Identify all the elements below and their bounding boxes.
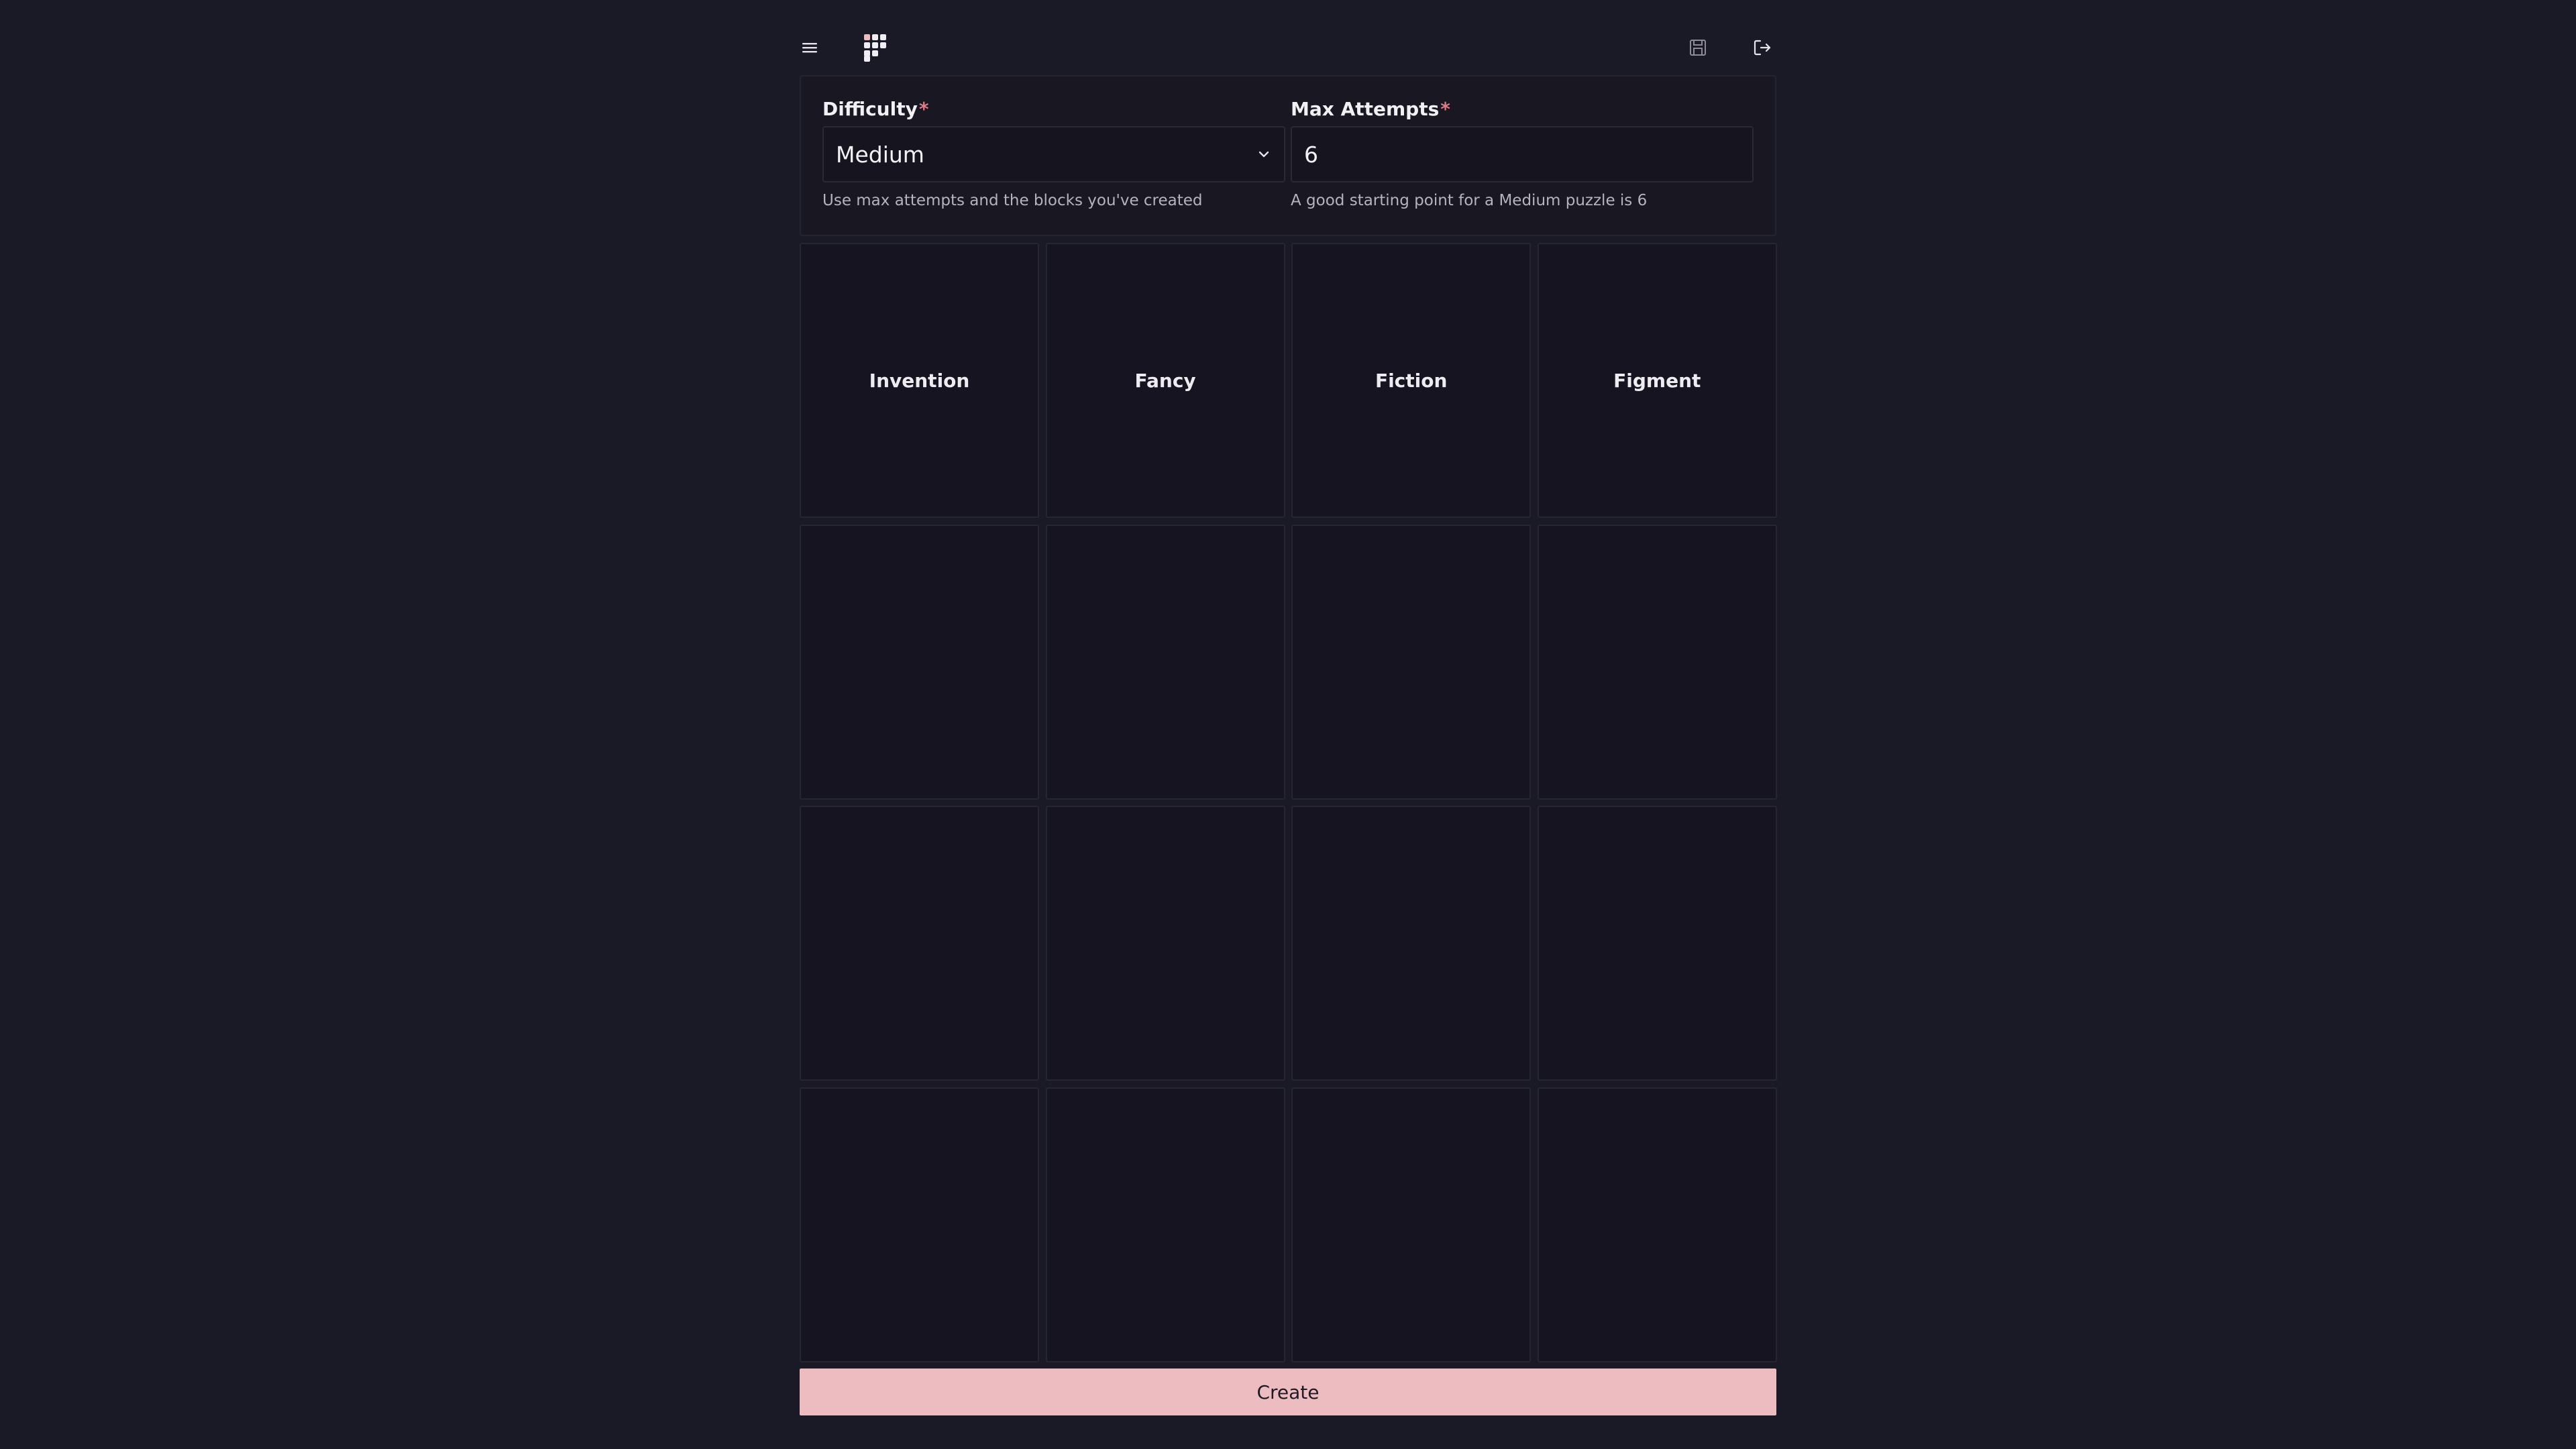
grid-cell[interactable]: Invention (800, 243, 1039, 518)
grid-cell[interactable] (800, 524, 1039, 800)
grid-cell[interactable] (1537, 1087, 1777, 1362)
grid-cell[interactable] (1045, 806, 1285, 1081)
difficulty-select[interactable]: Medium (822, 126, 1285, 182)
main-column: Difficulty* Medium Use max attempts and … (800, 0, 1777, 1449)
grid-cell[interactable] (1537, 806, 1777, 1081)
grid-cell[interactable] (1291, 1087, 1532, 1362)
required-mark: * (918, 98, 929, 120)
grid-cell[interactable] (1045, 1087, 1285, 1362)
hamburger-menu-icon (802, 43, 817, 53)
grid-cell[interactable] (800, 806, 1039, 1081)
save-icon (1690, 40, 1706, 56)
word-grid: Invention Fancy Fiction Figment (800, 243, 1777, 1362)
max-attempts-field: Max Attempts* 6 A good starting point fo… (1291, 97, 1754, 211)
grid-cell[interactable] (1045, 524, 1285, 800)
max-attempts-label: Max Attempts* (1291, 98, 1450, 120)
grid-cell[interactable] (1537, 524, 1777, 800)
save-button[interactable] (1677, 27, 1719, 68)
menu-button[interactable] (789, 27, 830, 68)
grid-cell[interactable]: Fancy (1045, 243, 1285, 518)
logout-icon (1754, 40, 1771, 56)
logo (855, 27, 896, 68)
grid-cell[interactable] (1291, 806, 1532, 1081)
required-mark: * (1440, 98, 1450, 120)
puzzle-settings-panel: Difficulty* Medium Use max attempts and … (800, 75, 1776, 236)
difficulty-select-value: Medium (836, 141, 924, 168)
grid-cell[interactable]: Fiction (1291, 243, 1532, 518)
page: Difficulty* Medium Use max attempts and … (0, 0, 2576, 1449)
max-attempts-help-text: A good starting point for a Medium puzzl… (1291, 192, 1648, 209)
grid-logo-icon (864, 34, 886, 62)
difficulty-help-text: Use max attempts and the blocks you've c… (822, 192, 1203, 209)
grid-cell[interactable] (1291, 524, 1532, 800)
create-button[interactable]: Create (800, 1368, 1776, 1415)
header (800, 27, 1776, 68)
max-attempts-input[interactable]: 6 (1291, 126, 1754, 182)
chevron-down-icon (1256, 146, 1272, 162)
grid-cell[interactable]: Figment (1537, 243, 1777, 518)
difficulty-label: Difficulty* (822, 98, 929, 120)
logout-button[interactable] (1741, 27, 1783, 68)
grid-cell[interactable] (800, 1087, 1039, 1362)
difficulty-field: Difficulty* Medium Use max attempts and … (822, 97, 1285, 211)
max-attempts-value: 6 (1304, 141, 1318, 168)
